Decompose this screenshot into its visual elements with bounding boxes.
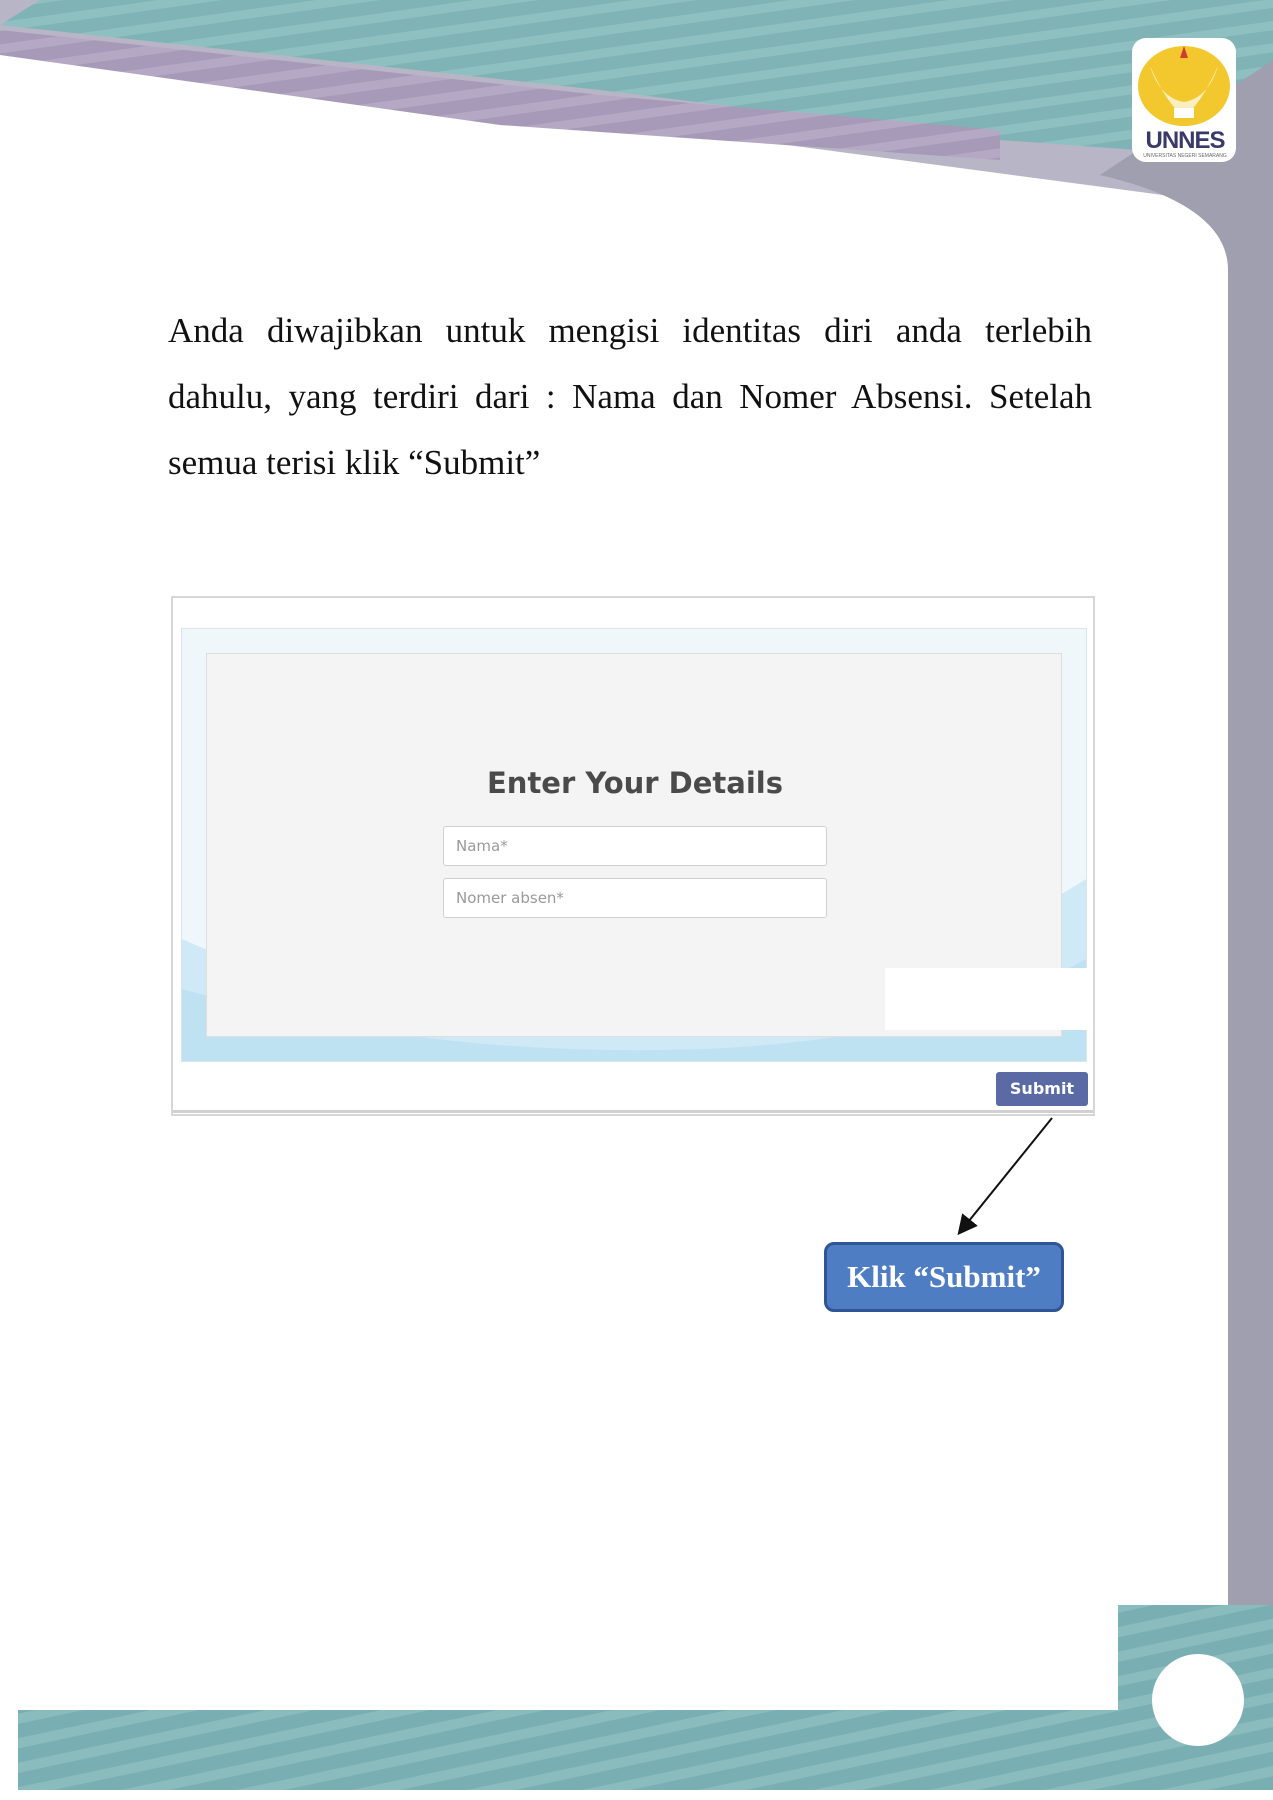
logo-text: UNNES [1145,127,1225,154]
form-screenshot: Enter Your Details Nama* Nomer absen* Su… [171,596,1095,1116]
instruction-paragraph: Anda diwajibkan untuk mengisi identitas … [168,311,1092,482]
nama-input[interactable]: Nama* [443,826,827,866]
logo-subtext: UNIVERSITAS NEGERI SEMARANG [1143,153,1227,159]
klik-submit-callout: Klik “Submit” [824,1242,1064,1312]
arrow-pointer [957,1117,1053,1236]
nomer-absen-input[interactable]: Nomer absen* [443,878,827,918]
blank-area [885,968,1089,1030]
form-title: Enter Your Details [486,766,783,800]
